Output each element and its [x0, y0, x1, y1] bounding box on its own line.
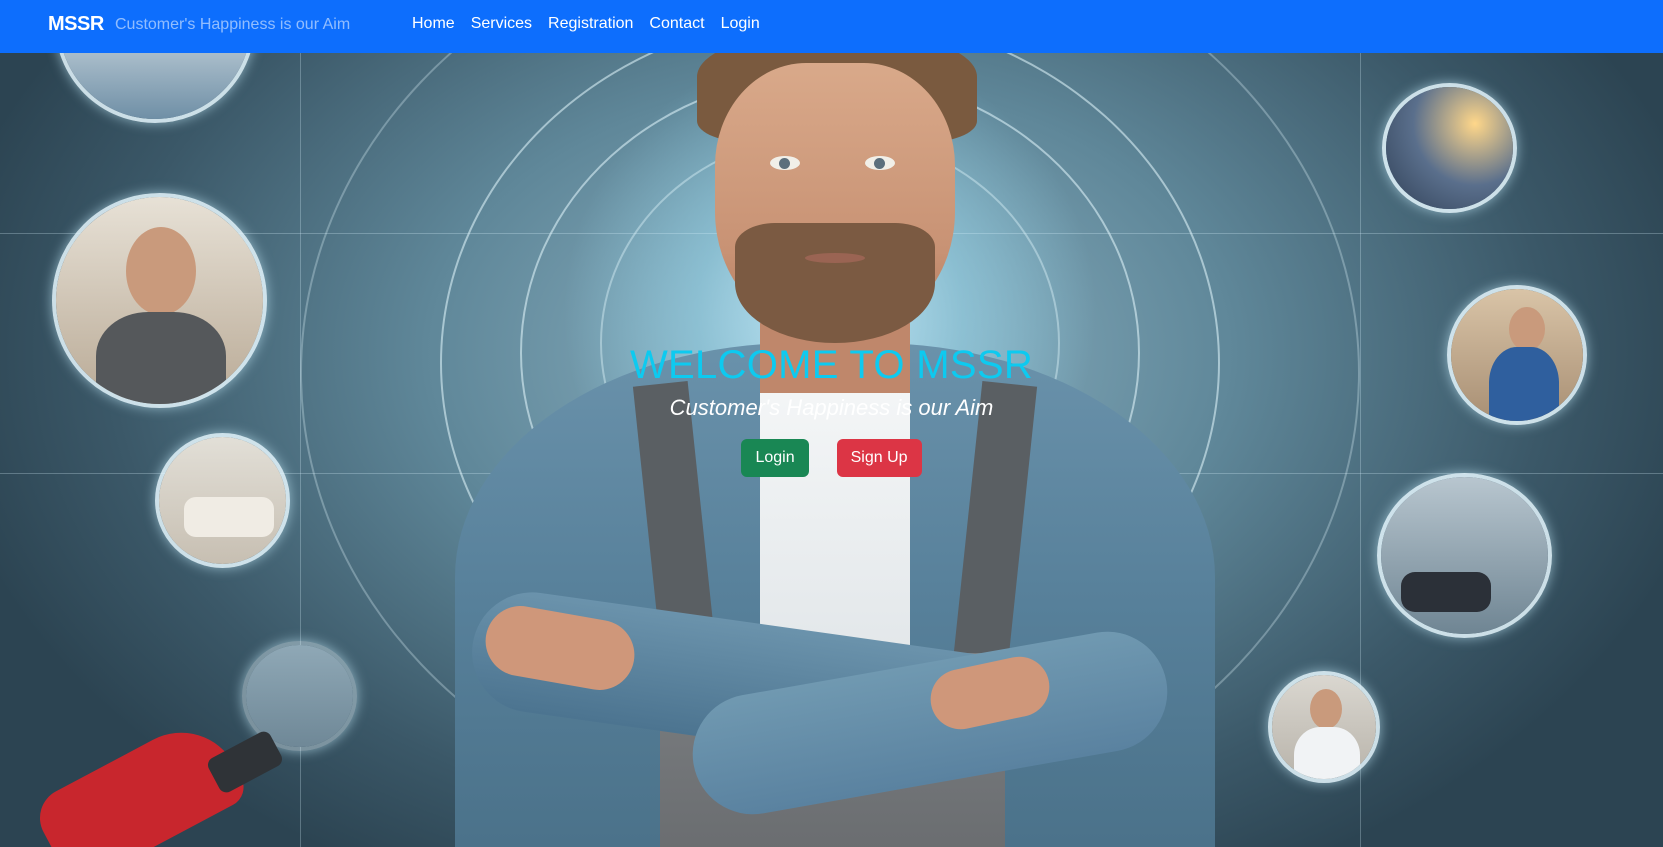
nav-link-home[interactable]: Home: [404, 15, 463, 33]
brand-logo[interactable]: MSSR: [48, 13, 104, 36]
hero-subtitle: Customer's Happiness is our Aim: [669, 395, 994, 420]
hero-buttons: Login Sign Up: [0, 439, 1663, 477]
top-navbar: MSSR Customer's Happiness is our Aim Hom…: [0, 0, 1663, 53]
nav-links: Home Services Registration Contact Login: [404, 15, 768, 33]
hero-content: WELCOME TO MSSR Customer's Happiness is …: [0, 341, 1663, 477]
nav-link-contact[interactable]: Contact: [641, 15, 712, 33]
login-button[interactable]: Login: [741, 439, 809, 477]
nav-link-registration[interactable]: Registration: [540, 15, 641, 33]
hero-title: WELCOME TO MSSR: [629, 343, 1034, 387]
navbar-tagline: Customer's Happiness is our Aim: [115, 16, 351, 33]
nav-link-login[interactable]: Login: [713, 15, 768, 33]
nav-link-services[interactable]: Services: [463, 15, 540, 33]
hero-section: WELCOME TO MSSR Customer's Happiness is …: [0, 53, 1663, 847]
signup-button[interactable]: Sign Up: [836, 439, 922, 477]
